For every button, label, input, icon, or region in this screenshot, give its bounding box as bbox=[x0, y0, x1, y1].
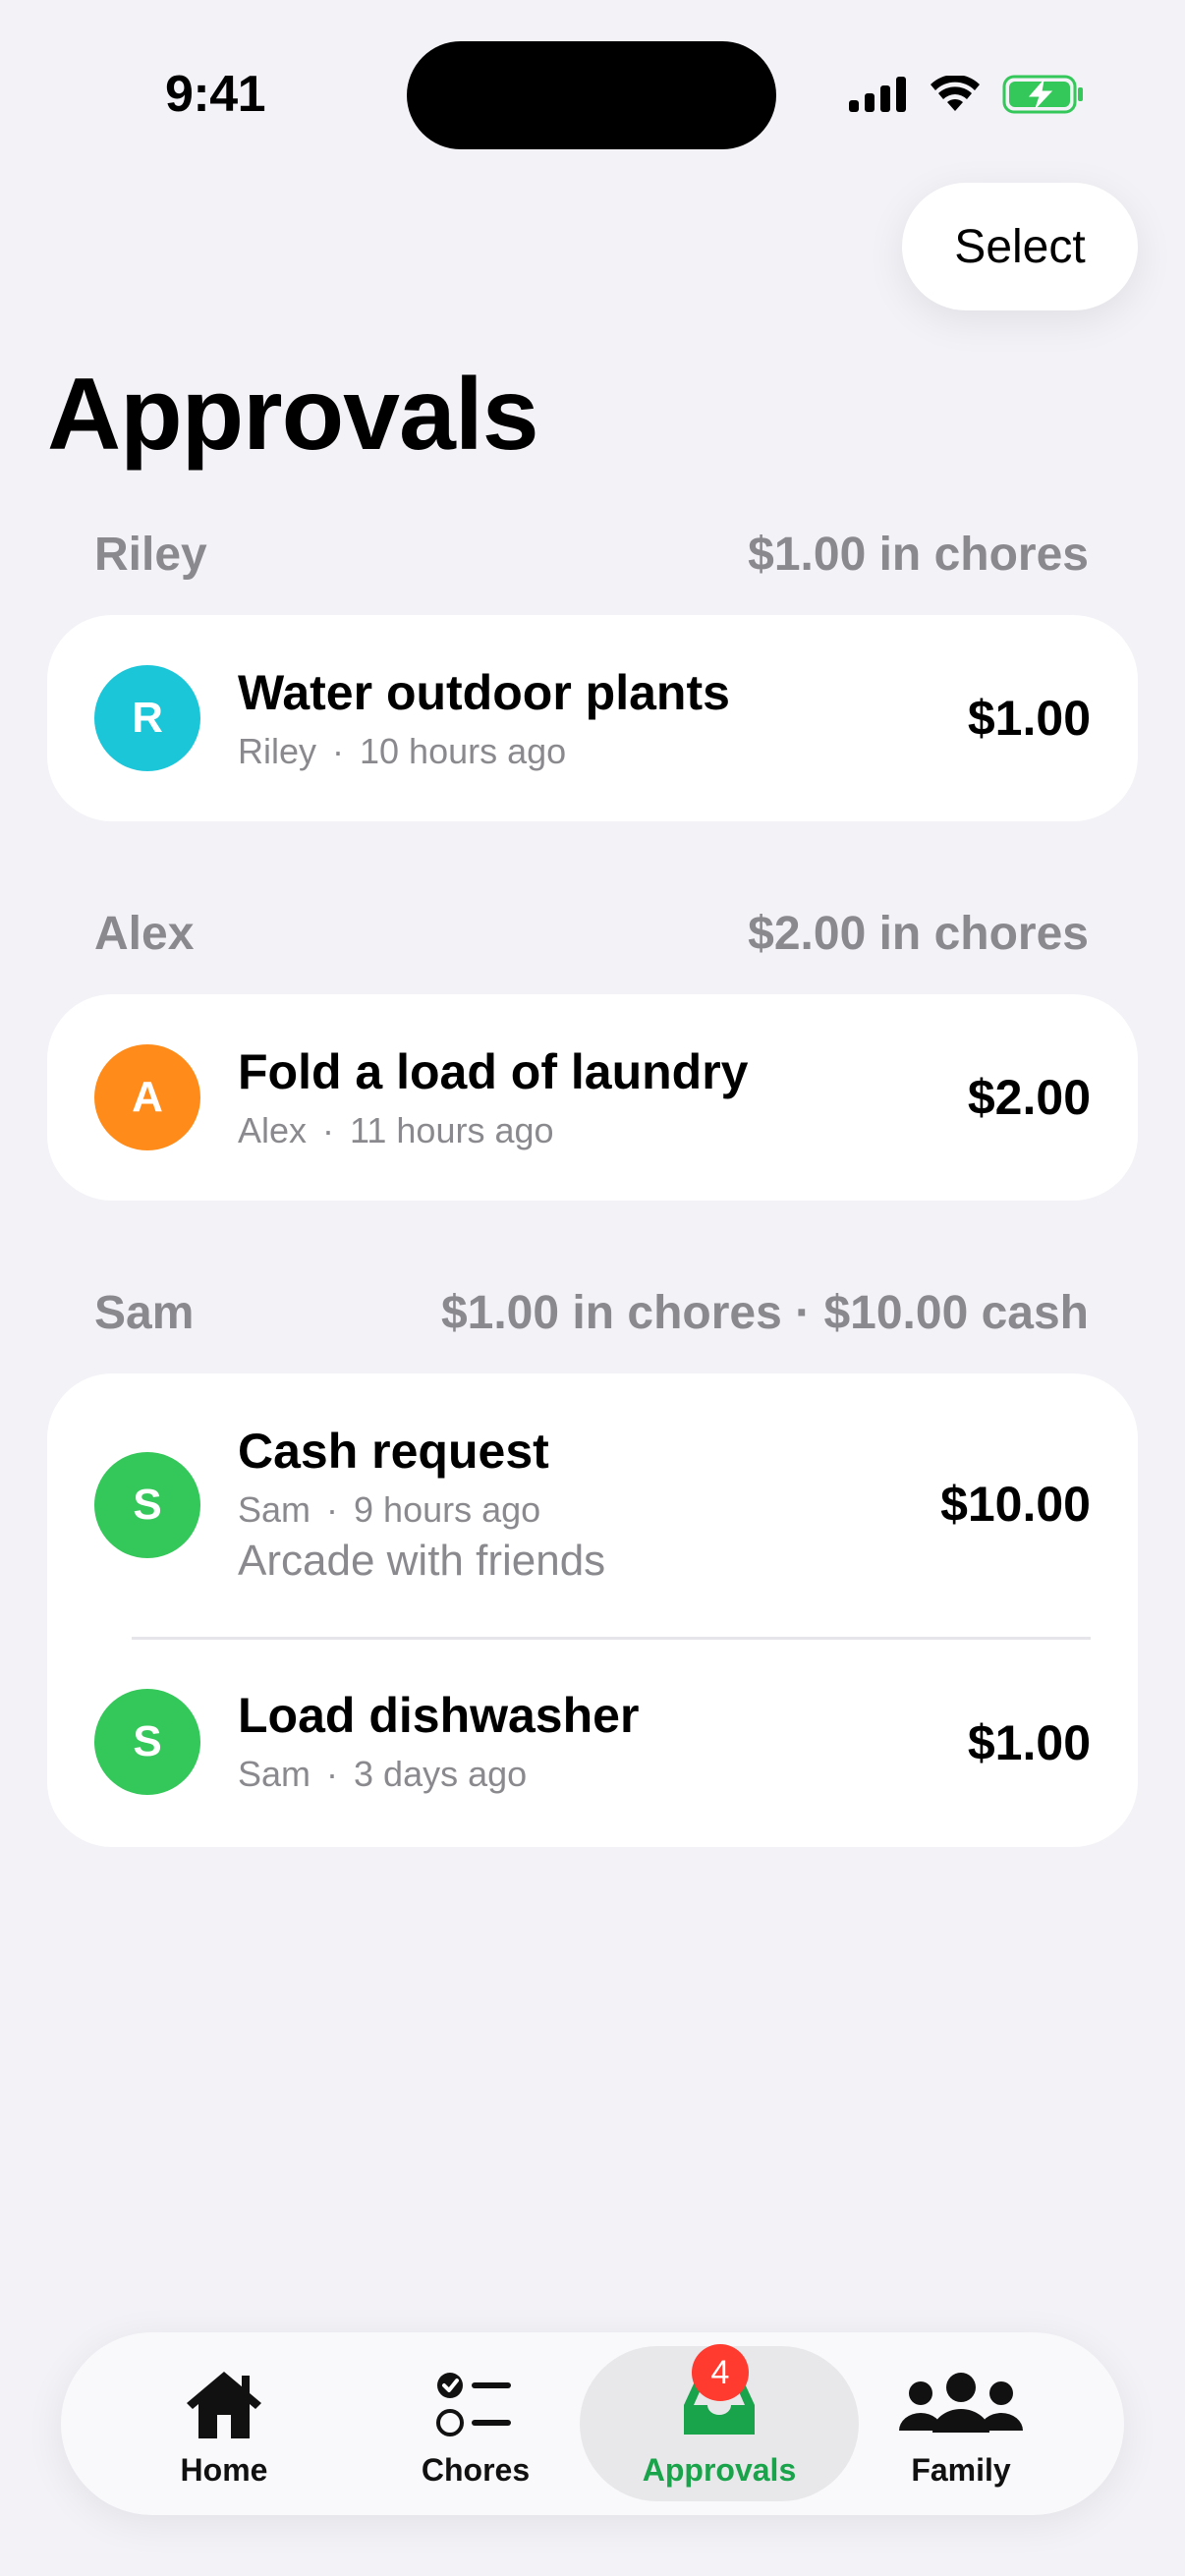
chore-amount: $1.00 bbox=[967, 1715, 1091, 1770]
chore-title: Water outdoor plants bbox=[238, 665, 730, 720]
select-button[interactable]: Select bbox=[902, 183, 1138, 310]
separator-dot: · bbox=[326, 1754, 339, 1794]
request-meta: Sam · 9 hours ago bbox=[238, 1489, 540, 1531]
chore-time: 10 hours ago bbox=[360, 731, 567, 771]
request-amount: $10.00 bbox=[940, 1477, 1091, 1532]
section-header-sam: Sam $1.00 in chores · $10.00 cash bbox=[94, 1283, 1089, 1342]
approval-row[interactable]: S Load dishwasher Sam · 3 days ago $1.00 bbox=[47, 1640, 1138, 1847]
section-summary: $1.00 in chores · $10.00 cash bbox=[440, 1286, 1089, 1339]
wifi-icon bbox=[931, 76, 980, 111]
approvals-screen: 9:41 Select Approvals Riley $1.00 in cho… bbox=[0, 0, 1185, 2576]
section-summary: $1.00 in chores bbox=[748, 528, 1089, 581]
chore-title: Load dishwasher bbox=[238, 1688, 640, 1743]
approval-row[interactable]: S Cash request Sam · 9 hours ago Arcade wi… bbox=[47, 1373, 1138, 1637]
section-header-alex: Alex $2.00 in chores bbox=[94, 904, 1089, 963]
status-time: 9:41 bbox=[165, 66, 266, 123]
chore-amount: $2.00 bbox=[967, 1070, 1091, 1125]
approval-card-riley: R Water outdoor plants Riley · 10 hours ag… bbox=[47, 615, 1138, 821]
chore-meta: Alex · 11 hours ago bbox=[238, 1110, 554, 1151]
chore-time: 11 hours ago bbox=[350, 1110, 554, 1150]
chore-time: 3 days ago bbox=[354, 1754, 528, 1794]
tab-label: Chores bbox=[421, 2452, 531, 2488]
chore-person: Sam bbox=[238, 1754, 311, 1794]
section-name: Riley bbox=[94, 528, 207, 581]
approvals-count-badge: 4 bbox=[692, 2344, 749, 2401]
avatar: S bbox=[94, 1689, 200, 1795]
request-note: Arcade with friends bbox=[238, 1537, 606, 1585]
chore-meta: Sam · 3 days ago bbox=[238, 1754, 527, 1795]
dynamic-island bbox=[407, 41, 776, 149]
house-icon bbox=[187, 2372, 261, 2438]
section-name: Sam bbox=[94, 1286, 195, 1339]
chore-person: Alex bbox=[238, 1110, 308, 1150]
tab-home[interactable]: Home bbox=[85, 2346, 364, 2501]
approval-card-sam: S Cash request Sam · 9 hours ago Arcade wi… bbox=[47, 1373, 1138, 1847]
approval-row[interactable]: A Fold a load of laundry Alex · 11 hours a… bbox=[47, 994, 1138, 1201]
request-title: Cash request bbox=[238, 1424, 549, 1479]
section-header-riley: Riley $1.00 in chores bbox=[94, 525, 1089, 584]
page-title: Approvals bbox=[47, 358, 539, 472]
tab-chores[interactable]: Chores bbox=[336, 2346, 615, 2501]
status-icons bbox=[849, 73, 1085, 116]
separator-dot: · bbox=[322, 1110, 335, 1150]
tab-bar: Home Chores Approvals Family bbox=[61, 2332, 1124, 2515]
avatar: R bbox=[94, 665, 200, 771]
tab-label: Approvals bbox=[642, 2452, 797, 2488]
avatar: S bbox=[94, 1452, 200, 1558]
approval-row[interactable]: R Water outdoor plants Riley · 10 hours ag… bbox=[47, 615, 1138, 821]
cellular-signal-icon bbox=[849, 77, 906, 112]
checklist-icon bbox=[436, 2373, 511, 2436]
tab-label: Family bbox=[911, 2452, 1011, 2488]
section-summary: $2.00 in chores bbox=[748, 907, 1089, 960]
request-person: Sam bbox=[238, 1489, 311, 1530]
chore-title: Fold a load of laundry bbox=[238, 1044, 749, 1099]
people-icon bbox=[899, 2373, 1023, 2433]
tab-label: Home bbox=[180, 2452, 268, 2488]
chore-amount: $1.00 bbox=[967, 691, 1091, 746]
battery-charging-icon bbox=[1002, 75, 1083, 114]
approval-card-alex: A Fold a load of laundry Alex · 11 hours a… bbox=[47, 994, 1138, 1201]
request-time: 9 hours ago bbox=[354, 1489, 541, 1530]
chore-meta: Riley · 10 hours ago bbox=[238, 731, 566, 772]
tab-family[interactable]: Family bbox=[821, 2346, 1100, 2501]
avatar: A bbox=[94, 1044, 200, 1150]
separator-dot: · bbox=[326, 1489, 339, 1530]
chore-person: Riley bbox=[238, 731, 317, 771]
section-name: Alex bbox=[94, 907, 195, 960]
separator-dot: · bbox=[332, 731, 345, 771]
